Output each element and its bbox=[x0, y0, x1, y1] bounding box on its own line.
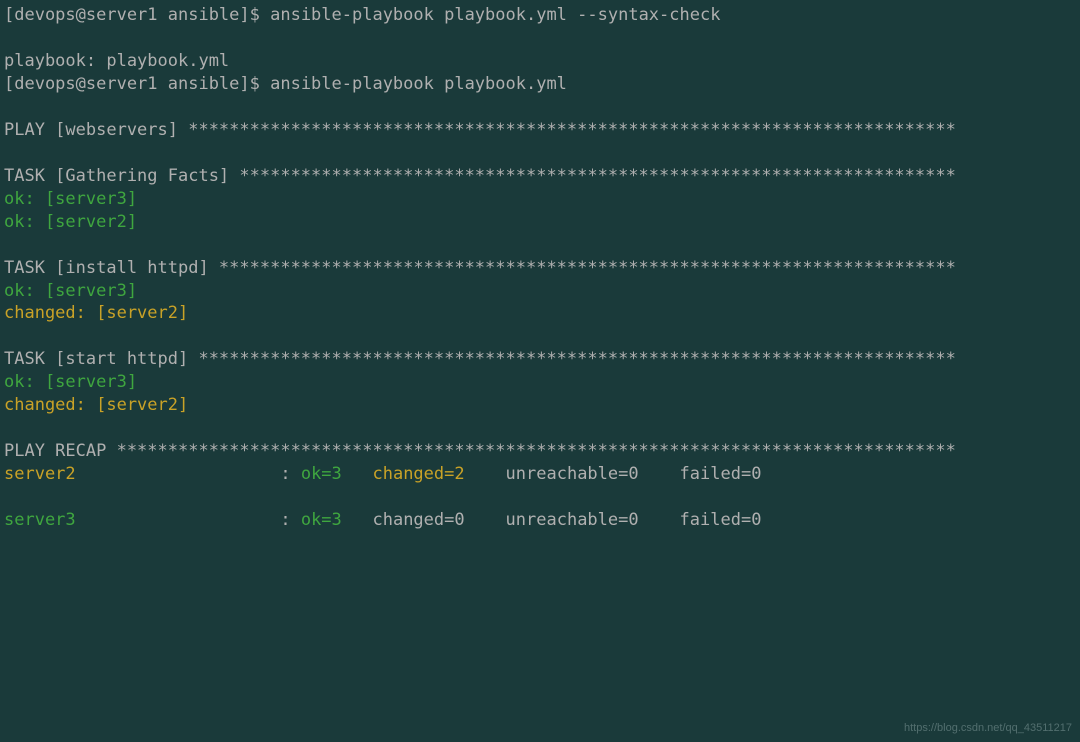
recap-host: server2 bbox=[4, 464, 280, 484]
changed-server2-start: changed: [server2] bbox=[4, 394, 1076, 417]
play-recap-header: PLAY RECAP *****************************… bbox=[4, 440, 1076, 463]
recap-unreachable: unreachable=0 bbox=[506, 510, 680, 530]
shell-prompt-2: [devops@server1 ansible]$ bbox=[4, 74, 270, 94]
recap-changed: changed=0 bbox=[372, 510, 505, 530]
recap-colon: : bbox=[280, 510, 300, 530]
blank-line bbox=[4, 142, 1076, 165]
recap-changed: changed=2 bbox=[372, 464, 505, 484]
prompt-line-2[interactable]: [devops@server1 ansible]$ ansible-playbo… bbox=[4, 73, 1076, 96]
blank-line bbox=[4, 27, 1076, 50]
recap-failed: failed=0 bbox=[680, 510, 762, 530]
ok-server3-install: ok: [server3] bbox=[4, 280, 1076, 303]
watermark-text: https://blog.csdn.net/qq_43511217 bbox=[904, 721, 1072, 736]
shell-prompt-1: [devops@server1 ansible]$ bbox=[4, 5, 270, 25]
blank-line bbox=[4, 486, 1076, 509]
playbook-name-line: playbook: playbook.yml bbox=[4, 50, 1076, 73]
recap-host: server3 bbox=[4, 510, 280, 530]
blank-line bbox=[4, 417, 1076, 440]
ok-server3-start: ok: [server3] bbox=[4, 371, 1076, 394]
recap-unreachable: unreachable=0 bbox=[506, 464, 680, 484]
command-2: ansible-playbook playbook.yml bbox=[270, 74, 567, 94]
blank-line bbox=[4, 96, 1076, 119]
recap-ok: ok=3 bbox=[301, 510, 373, 530]
ok-server2: ok: [server2] bbox=[4, 211, 1076, 234]
recap-colon: : bbox=[280, 464, 300, 484]
blank-line bbox=[4, 325, 1076, 348]
blank-line bbox=[4, 234, 1076, 257]
recap-row-server3: server3 : ok=3 changed=0 unreachable=0 f… bbox=[4, 509, 1076, 532]
ok-server3: ok: [server3] bbox=[4, 188, 1076, 211]
changed-server2-install: changed: [server2] bbox=[4, 302, 1076, 325]
recap-ok: ok=3 bbox=[301, 464, 373, 484]
play-header: PLAY [webservers] **********************… bbox=[4, 119, 1076, 142]
prompt-line-1[interactable]: [devops@server1 ansible]$ ansible-playbo… bbox=[4, 4, 1076, 27]
recap-row-server2: server2 : ok=3 changed=2 unreachable=0 f… bbox=[4, 463, 1076, 486]
command-1: ansible-playbook playbook.yml --syntax-c… bbox=[270, 5, 720, 25]
task-start-httpd: TASK [start httpd] *********************… bbox=[4, 348, 1076, 371]
task-install-httpd: TASK [install httpd] *******************… bbox=[4, 257, 1076, 280]
recap-failed: failed=0 bbox=[680, 464, 762, 484]
task-gathering-facts: TASK [Gathering Facts] *****************… bbox=[4, 165, 1076, 188]
